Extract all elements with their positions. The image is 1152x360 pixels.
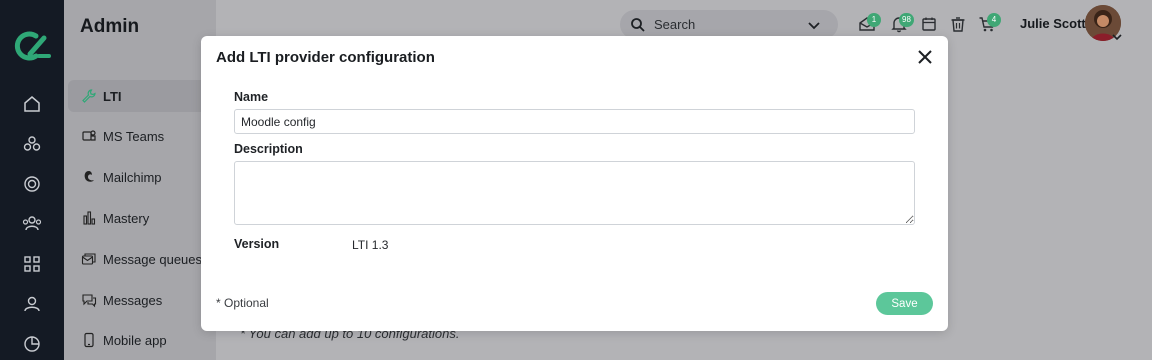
notifications-badge: 98 bbox=[899, 13, 914, 27]
sidebar-item-label: Mobile app bbox=[103, 332, 167, 348]
apps-icon[interactable] bbox=[22, 254, 42, 274]
name-field[interactable] bbox=[234, 109, 915, 134]
trash-icon[interactable] bbox=[949, 15, 967, 33]
search-placeholder: Search bbox=[654, 17, 696, 32]
sidebar-item-label: Mastery bbox=[103, 210, 150, 226]
messages-icon bbox=[82, 294, 97, 308]
app-rail bbox=[0, 0, 64, 360]
search-bar[interactable]: Search bbox=[620, 10, 838, 39]
sidebar-item-label: Mailchimp bbox=[103, 169, 162, 185]
app-logo-icon[interactable] bbox=[12, 30, 52, 62]
calendar-icon[interactable] bbox=[920, 15, 938, 33]
description-field[interactable] bbox=[234, 161, 915, 225]
sidebar-item-messages[interactable]: Messages bbox=[68, 284, 216, 316]
wrench-icon bbox=[82, 89, 96, 103]
profile-icon[interactable] bbox=[22, 294, 42, 314]
save-button[interactable]: Save bbox=[876, 292, 933, 315]
close-icon[interactable] bbox=[916, 48, 934, 66]
home-icon[interactable] bbox=[22, 94, 42, 114]
sidebar-item-lti[interactable]: LTI bbox=[68, 80, 216, 112]
optional-note: * Optional bbox=[216, 296, 269, 310]
queue-icon bbox=[81, 253, 96, 265]
sidebar-item-mastery[interactable]: Mastery bbox=[68, 202, 216, 234]
target-icon[interactable] bbox=[22, 174, 42, 194]
users-icon[interactable] bbox=[22, 214, 42, 234]
bar-chart-icon bbox=[83, 211, 96, 225]
sidebar-item-mobile-app[interactable]: Mobile app bbox=[68, 324, 216, 356]
sidebar-item-ms-teams[interactable]: MS Teams bbox=[68, 120, 216, 152]
sidebar-item-label: LTI bbox=[103, 88, 122, 104]
inbox-badge: 1 bbox=[867, 13, 881, 27]
search-icon bbox=[631, 17, 645, 32]
dialog-title: Add LTI provider configuration bbox=[216, 49, 435, 66]
sidebar-item-label: Message queues bbox=[103, 251, 203, 267]
add-lti-config-dialog: Add LTI provider configuration Name Desc… bbox=[201, 36, 948, 331]
groups-icon[interactable] bbox=[22, 134, 42, 154]
page-title: Admin bbox=[80, 16, 140, 37]
version-label: Version bbox=[234, 237, 280, 251]
cart-badge: 4 bbox=[987, 13, 1001, 27]
sidebar-item-mailchimp[interactable]: Mailchimp bbox=[68, 161, 216, 193]
chevron-down-icon[interactable] bbox=[806, 17, 822, 33]
name-label: Name bbox=[234, 90, 269, 104]
sidebar-item-label: Messages bbox=[103, 292, 163, 308]
mailchimp-icon bbox=[84, 171, 94, 182]
user-name[interactable]: Julie Scott bbox=[1020, 16, 1086, 31]
sidebar-item-label: MS Teams bbox=[103, 128, 165, 144]
analytics-icon[interactable] bbox=[22, 334, 42, 354]
description-label: Description bbox=[234, 142, 303, 156]
chevron-down-icon[interactable] bbox=[1110, 30, 1124, 44]
teams-icon bbox=[82, 130, 96, 141]
version-value: LTI 1.3 bbox=[352, 238, 389, 252]
mobile-icon bbox=[84, 332, 94, 348]
sidebar-item-message-queues[interactable]: Message queues bbox=[68, 243, 216, 275]
